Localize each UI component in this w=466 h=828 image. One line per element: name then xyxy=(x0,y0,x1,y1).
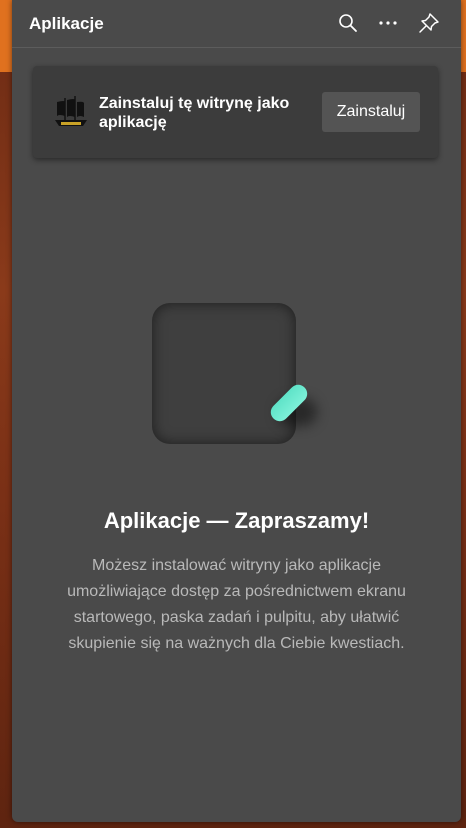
install-site-card: Zainstaluj tę witrynę jako aplikację Zai… xyxy=(33,66,438,158)
panel-title: Aplikacje xyxy=(29,14,104,33)
pirate-ship-logo xyxy=(51,92,91,132)
empty-state-description: Możesz instalować witryny jako aplikacje… xyxy=(67,557,406,652)
browser-edge-left xyxy=(0,0,12,72)
panel-header: Aplikacje xyxy=(12,0,461,48)
search-icon[interactable] xyxy=(336,11,360,35)
install-button[interactable]: Zainstaluj xyxy=(322,92,420,132)
apps-panel: Aplikacje Zainstaluj tę witrynę jako apl… xyxy=(12,0,461,822)
apps-illustration xyxy=(152,303,296,444)
pin-icon[interactable] xyxy=(417,11,441,35)
more-icon[interactable] xyxy=(376,11,400,35)
install-prompt-text: Zainstaluj tę witrynę jako aplikację xyxy=(99,95,290,131)
empty-state-heading: Aplikacje — Zapraszamy! xyxy=(103,508,370,533)
